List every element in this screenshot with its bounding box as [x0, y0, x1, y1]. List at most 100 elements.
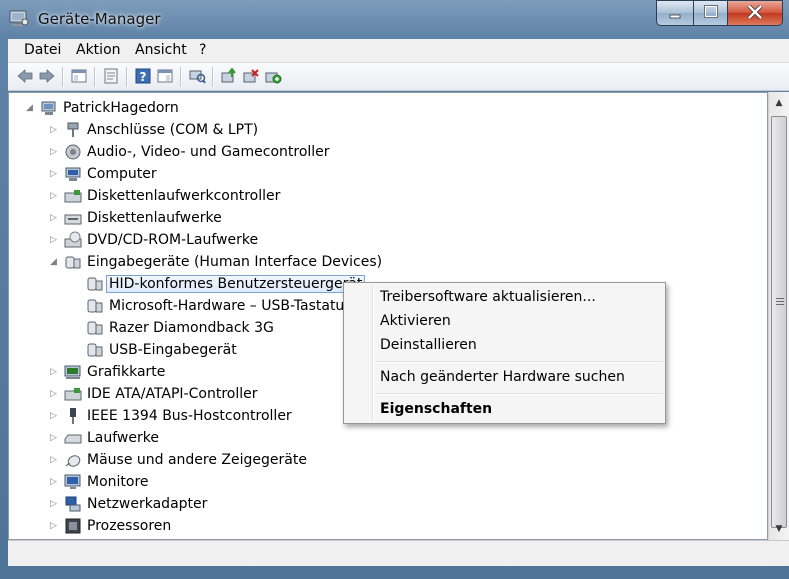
menu-ansicht[interactable]: Ansicht	[135, 42, 187, 58]
uninstall-icon[interactable]	[242, 67, 260, 85]
device-manager-icon	[8, 8, 30, 28]
context-menu: Treibersoftware aktualisieren... Aktivie…	[343, 282, 666, 424]
tree-item-label: IEEE 1394 Bus-Hostcontroller	[87, 408, 292, 424]
tree-item-label: Netzwerkadapter	[87, 496, 208, 512]
expand-arrow-icon[interactable]: ▷	[49, 389, 58, 399]
grip-line	[776, 301, 784, 302]
expand-arrow-icon[interactable]: ▷	[49, 125, 58, 135]
tree-item-label: Anschlüsse (COM & LPT)	[87, 122, 259, 138]
expand-arrow-icon[interactable]: ▷	[49, 367, 58, 377]
scroll-down-icon[interactable]: ▼	[769, 520, 789, 538]
collapse-arrow-icon[interactable]: ◢	[25, 103, 34, 113]
menu-item-scan-hardware[interactable]: Nach geänderter Hardware suchen	[380, 369, 625, 385]
minimize-button[interactable]	[656, 0, 694, 26]
close-button[interactable]	[727, 0, 783, 26]
scroll-up-icon[interactable]: ▲	[769, 94, 789, 112]
tree-item[interactable]: ▷ Grafikkarte	[49, 361, 165, 383]
tree-item[interactable]: ▷ Diskettenlaufwerkcontroller	[49, 185, 280, 207]
expand-arrow-icon[interactable]: ▷	[49, 169, 58, 179]
vertical-scrollbar[interactable]: ▲ ▼	[768, 92, 789, 540]
tree-item[interactable]: ▷ Audio-, Video- und Gamecontroller	[49, 141, 330, 163]
tree-item-label: Laufwerke	[87, 430, 159, 446]
display-adapter-icon	[64, 363, 82, 381]
tree-item[interactable]: ▷ Laufwerke	[49, 427, 159, 449]
menu-aktion[interactable]: Aktion	[76, 42, 121, 58]
computer-icon	[40, 99, 58, 117]
expand-arrow-icon[interactable]: ▷	[49, 521, 58, 531]
tree-item[interactable]: ▷ Computer	[49, 163, 157, 185]
tree-child-label: Microsoft-Hardware – USB-Tastatur	[109, 298, 351, 314]
scan-hardware-icon[interactable]	[188, 67, 206, 85]
expand-arrow-icon[interactable]: ▷	[49, 411, 58, 421]
tree-child-item[interactable]: HID-konformes Benutzersteuergerät	[86, 273, 366, 295]
menu-gutter	[372, 285, 374, 421]
toolbar-separator	[126, 67, 128, 87]
tree-item[interactable]: ▷ Anschlüsse (COM & LPT)	[49, 119, 258, 141]
tree-item[interactable]: ▷ Monitore	[49, 471, 149, 493]
tree-item[interactable]: ▷ IDE ATA/ATAPI-Controller	[49, 383, 257, 405]
collapse-arrow-icon[interactable]: ◢	[49, 257, 58, 267]
menu-datei[interactable]: Datei	[24, 42, 61, 58]
expand-arrow-icon[interactable]: ▷	[49, 147, 58, 157]
tree-item[interactable]: ▷ Mäuse und andere Zeigegeräte	[49, 449, 307, 471]
tree-item[interactable]: ▷ DVD/CD-ROM-Laufwerke	[49, 229, 258, 251]
port-icon	[64, 121, 82, 139]
forward-icon[interactable]	[38, 67, 56, 85]
tree-child-item[interactable]: Razer Diamondback 3G	[86, 317, 274, 339]
scrollbar-thumb[interactable]	[771, 116, 787, 528]
toolbar-separator	[212, 67, 214, 87]
tree-item-label: Mäuse und andere Zeigegeräte	[87, 452, 307, 468]
tree-item[interactable]: ▷ IEEE 1394 Bus-Hostcontroller	[49, 405, 292, 427]
ide-controller-icon	[64, 385, 82, 403]
network-adapter-icon	[64, 495, 82, 513]
tree-item-label: Computer	[87, 166, 157, 182]
help-icon[interactable]: ?	[134, 67, 152, 85]
properties-icon[interactable]	[102, 67, 120, 85]
tree-item[interactable]: ◢ Eingabegeräte (Human Interface Devices…	[49, 251, 382, 273]
status-bar	[8, 540, 789, 566]
disk-drive-icon	[64, 429, 82, 447]
menu-item-update-driver[interactable]: Treibersoftware aktualisieren...	[380, 289, 596, 305]
expand-arrow-icon[interactable]: ▷	[49, 499, 58, 509]
menu-bar: Datei Aktion Ansicht ?	[8, 39, 789, 63]
menu-item-enable[interactable]: Aktivieren	[380, 313, 451, 329]
mouse-icon	[64, 451, 82, 469]
tree-item[interactable]: ▷ Prozessoren	[49, 515, 171, 537]
device-manager-window: Geräte-Manager Datei Aktion Ansicht ? ? …	[0, 0, 789, 579]
expand-arrow-icon[interactable]: ▷	[49, 455, 58, 465]
menu-item-uninstall[interactable]: Deinstallieren	[380, 337, 477, 353]
tree-child-item[interactable]: Microsoft-Hardware – USB-Tastatur	[86, 295, 350, 317]
back-icon[interactable]	[16, 67, 34, 85]
menu-help[interactable]: ?	[199, 42, 206, 58]
enable-device-icon[interactable]	[264, 67, 282, 85]
close-icon	[747, 4, 763, 23]
menu-separator	[376, 393, 663, 395]
maximize-icon	[703, 4, 719, 23]
menu-item-properties[interactable]: Eigenschaften	[380, 401, 492, 417]
update-driver-icon[interactable]	[220, 67, 238, 85]
tree-item[interactable]: ▷ Netzwerkadapter	[49, 493, 207, 515]
hid-device-icon	[86, 297, 104, 315]
floppy-controller-icon	[64, 187, 82, 205]
tree-root[interactable]: ◢ PatrickHagedorn	[25, 97, 179, 119]
title-bar[interactable]: Geräte-Manager	[0, 0, 789, 38]
maximize-button[interactable]	[693, 0, 728, 26]
tree-child-label: Razer Diamondback 3G	[109, 320, 274, 336]
menu-separator	[376, 361, 663, 363]
expand-arrow-icon[interactable]: ▷	[49, 433, 58, 443]
view-icon[interactable]	[156, 67, 174, 85]
expand-arrow-icon[interactable]: ▷	[49, 191, 58, 201]
tree-child-label: USB-Eingabegerät	[109, 342, 237, 358]
monitor-icon	[64, 473, 82, 491]
hid-device-icon	[86, 319, 104, 337]
show-hide-console-tree-icon[interactable]	[70, 67, 88, 85]
expand-arrow-icon[interactable]: ▷	[49, 477, 58, 487]
expand-arrow-icon[interactable]: ▷	[49, 213, 58, 223]
firewire-icon	[64, 407, 82, 425]
expand-arrow-icon[interactable]: ▷	[49, 235, 58, 245]
toolbar-separator	[62, 67, 64, 87]
tree-item[interactable]: ▷ Diskettenlaufwerke	[49, 207, 222, 229]
tree-root-label: PatrickHagedorn	[63, 100, 179, 116]
tree-child-item[interactable]: USB-Eingabegerät	[86, 339, 237, 361]
tree-child-label: HID-konformes Benutzersteuergerät	[106, 275, 366, 293]
